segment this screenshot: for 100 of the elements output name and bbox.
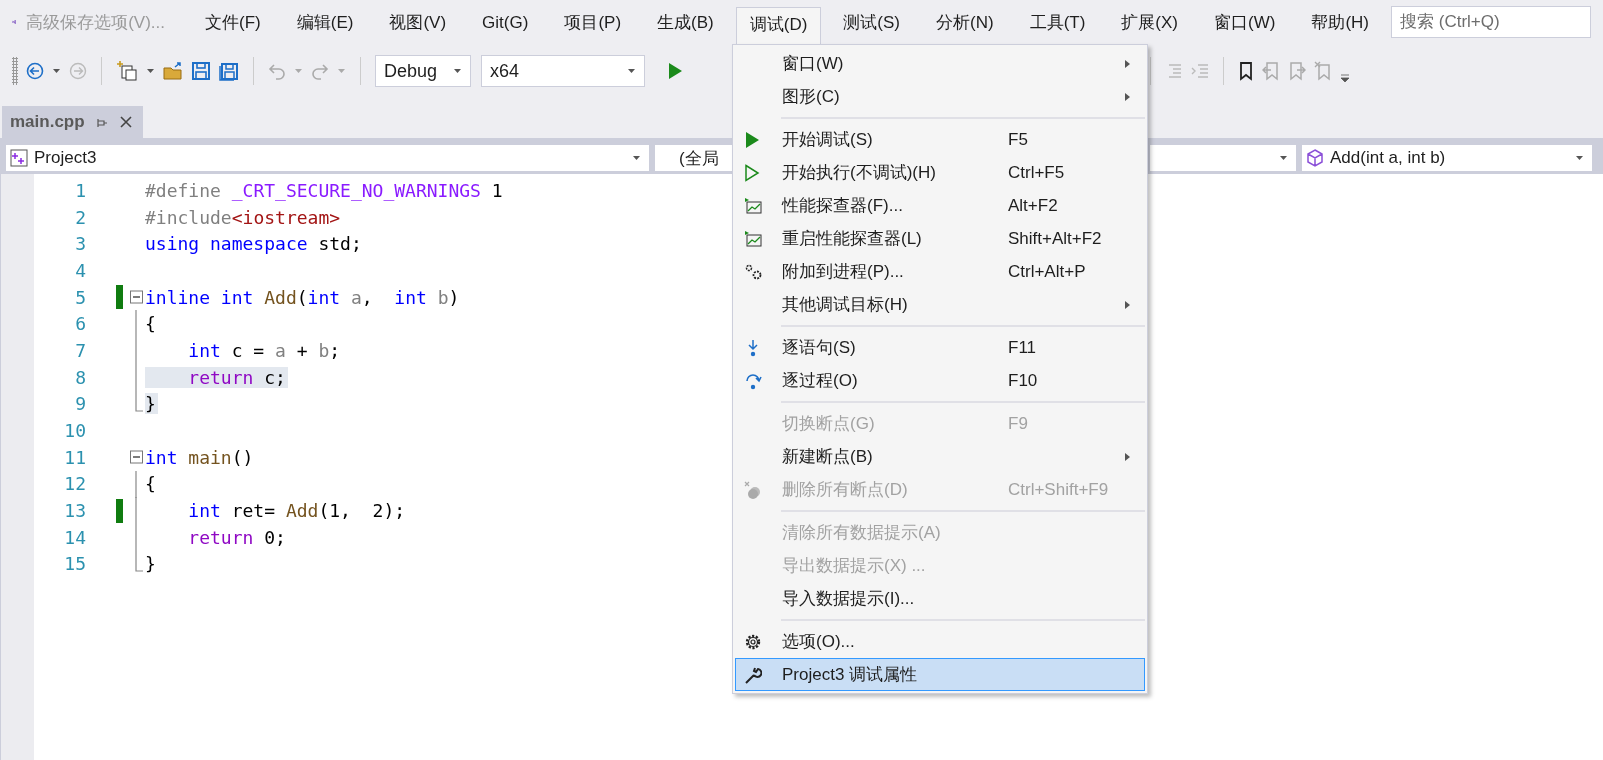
line-number: 3 bbox=[74, 233, 86, 255]
menu-item[interactable]: 窗口(W) bbox=[1200, 7, 1290, 37]
menu-item[interactable]: 选项(O)... bbox=[735, 625, 1145, 658]
caret-icon[interactable] bbox=[52, 68, 61, 74]
menu-item[interactable]: 项目(P) bbox=[550, 7, 636, 37]
chart-icon bbox=[744, 229, 762, 248]
overflow-icon[interactable] bbox=[1340, 73, 1350, 83]
shortcut-text: F9 bbox=[1008, 413, 1028, 433]
caret-icon[interactable] bbox=[146, 68, 155, 74]
back-icon[interactable] bbox=[26, 62, 44, 80]
caret-icon bbox=[1575, 155, 1584, 161]
menu-item[interactable]: 重启性能探查器(L) Shift+Alt+F2 bbox=[735, 222, 1145, 255]
shortcut-text: Ctrl+F5 bbox=[1008, 162, 1065, 182]
menu-item-label: 图形(C) bbox=[782, 86, 841, 108]
menu-item[interactable]: Git(G) bbox=[468, 7, 543, 37]
menu-item-label: 新建断点(B) bbox=[782, 446, 874, 468]
line-number: 6 bbox=[74, 313, 86, 335]
new-project-icon[interactable] bbox=[116, 60, 138, 82]
menu-item[interactable]: 视图(V) bbox=[375, 7, 461, 37]
menu-item[interactable]: 导入数据提示(I)... bbox=[735, 582, 1145, 615]
window-title: 高级保存选项(V)... bbox=[26, 11, 166, 34]
menu-item[interactable]: 逐过程(O) F10 bbox=[735, 364, 1145, 397]
line-number: 15 bbox=[63, 553, 86, 575]
menu-item[interactable]: 窗口(W) bbox=[735, 47, 1145, 80]
menu-item[interactable]: 扩展(X) bbox=[1107, 7, 1192, 37]
redo-icon[interactable] bbox=[311, 61, 329, 81]
code-line: inline int Add(int a, int b) bbox=[145, 286, 461, 308]
settings-icon bbox=[744, 632, 762, 651]
menu-item-label: 删除所有断点(D) bbox=[782, 479, 909, 501]
menu-item[interactable]: 开始执行(不调试)(H) Ctrl+F5 bbox=[735, 156, 1145, 189]
menu-item[interactable]: 测试(S) bbox=[829, 7, 914, 37]
menu-item[interactable]: 调试(D) bbox=[735, 7, 822, 44]
menu-item[interactable]: 新建断点(B) bbox=[735, 440, 1145, 473]
menu-item[interactable]: 帮助(H) bbox=[1297, 7, 1383, 37]
line-number: 1 bbox=[74, 179, 86, 201]
menu-item[interactable]: 编辑(E) bbox=[282, 7, 368, 37]
open-folder-icon[interactable] bbox=[163, 61, 183, 81]
menu-item[interactable]: 生成(B) bbox=[643, 7, 728, 37]
shortcut-text: F10 bbox=[1008, 370, 1038, 390]
play-outline-icon bbox=[744, 163, 762, 182]
menu-item-label: 开始执行(不调试)(H) bbox=[782, 162, 937, 184]
line-number: 5 bbox=[74, 286, 86, 308]
code-line: { bbox=[145, 313, 157, 335]
platform-dropdown[interactable]: x64 bbox=[481, 55, 645, 87]
menu-item-label: 逐语句(S) bbox=[782, 337, 857, 359]
bookmark-previous-icon[interactable] bbox=[1262, 61, 1280, 81]
bookmark-next-icon[interactable] bbox=[1288, 61, 1306, 81]
line-number: 13 bbox=[63, 500, 86, 522]
code-line: int ret= Add(1, 2); bbox=[187, 500, 407, 522]
member-dropdown[interactable]: Add(int a, int b) bbox=[1302, 145, 1592, 171]
caret-icon bbox=[1279, 155, 1288, 161]
search-field[interactable]: 搜索 (Ctrl+Q) bbox=[1391, 6, 1591, 38]
undo-icon[interactable] bbox=[268, 61, 286, 81]
method-cube-icon bbox=[1306, 149, 1324, 167]
close-icon[interactable] bbox=[118, 115, 133, 129]
run-icon[interactable] bbox=[667, 62, 683, 80]
menu-item[interactable]: Project3 调试属性 bbox=[735, 658, 1145, 691]
caret-icon bbox=[627, 68, 636, 74]
project-dropdown[interactable]: Project3 bbox=[6, 145, 649, 171]
save-all-icon[interactable] bbox=[219, 61, 239, 81]
configuration-dropdown[interactable]: Debug bbox=[375, 55, 471, 87]
menu-item[interactable]: 图形(C) bbox=[735, 80, 1145, 113]
shortcut-text: F5 bbox=[1008, 129, 1028, 149]
document-tab[interactable]: main.cpp bbox=[2, 106, 143, 138]
menu-item[interactable]: 其他调试目标(H) bbox=[735, 288, 1145, 321]
scope-dropdown[interactable]: (全局 bbox=[655, 145, 732, 171]
menu-item[interactable]: 文件(F) bbox=[191, 7, 275, 37]
menu-item[interactable]: 逐语句(S) F11 bbox=[735, 331, 1145, 364]
chart-icon bbox=[744, 196, 762, 215]
menu-item-label: 逐过程(O) bbox=[782, 370, 859, 392]
menu-item-label: 窗口(W) bbox=[782, 53, 845, 75]
code-line: } bbox=[145, 553, 157, 575]
menu-item-label: 其他调试目标(H) bbox=[782, 294, 909, 316]
line-number: 7 bbox=[74, 339, 86, 361]
breakpoints-delete-icon bbox=[744, 480, 762, 499]
step-over-icon bbox=[744, 371, 762, 390]
shortcut-text: Shift+Alt+F2 bbox=[1008, 228, 1102, 248]
save-icon[interactable] bbox=[191, 61, 211, 81]
line-number: 11 bbox=[63, 446, 86, 468]
code-line: #include<iostream> bbox=[145, 206, 342, 228]
code-line: #define _CRT_SECURE_NO_WARNINGS 1 bbox=[145, 179, 504, 201]
menu-item[interactable]: 附加到进程(P)... Ctrl+Alt+P bbox=[735, 255, 1145, 288]
menu-item[interactable]: 性能探查器(F)... Alt+F2 bbox=[735, 189, 1145, 222]
menu-item[interactable]: 工具(T) bbox=[1015, 7, 1100, 37]
bookmark-clear-icon[interactable] bbox=[1314, 61, 1332, 81]
gears-icon bbox=[744, 262, 762, 281]
code-line: return 0; bbox=[187, 526, 287, 548]
line-number: 12 bbox=[63, 473, 86, 495]
code-line: int main() bbox=[145, 446, 255, 468]
menu-item[interactable]: 分析(N) bbox=[922, 7, 1008, 37]
shortcut-text: Ctrl+Alt+P bbox=[1008, 261, 1086, 281]
line-number: 10 bbox=[63, 420, 86, 442]
menu-item-label: 清除所有数据提示(A) bbox=[782, 522, 942, 544]
bookmark-icon[interactable] bbox=[1238, 61, 1254, 81]
line-number: 9 bbox=[74, 393, 86, 415]
shortcut-text: Alt+F2 bbox=[1008, 195, 1058, 215]
toolbar-grip[interactable] bbox=[12, 57, 18, 85]
line-number: 14 bbox=[63, 526, 86, 548]
menu-item[interactable]: 开始调试(S) F5 bbox=[735, 123, 1145, 156]
code-line: int c = a + b; bbox=[187, 339, 342, 361]
